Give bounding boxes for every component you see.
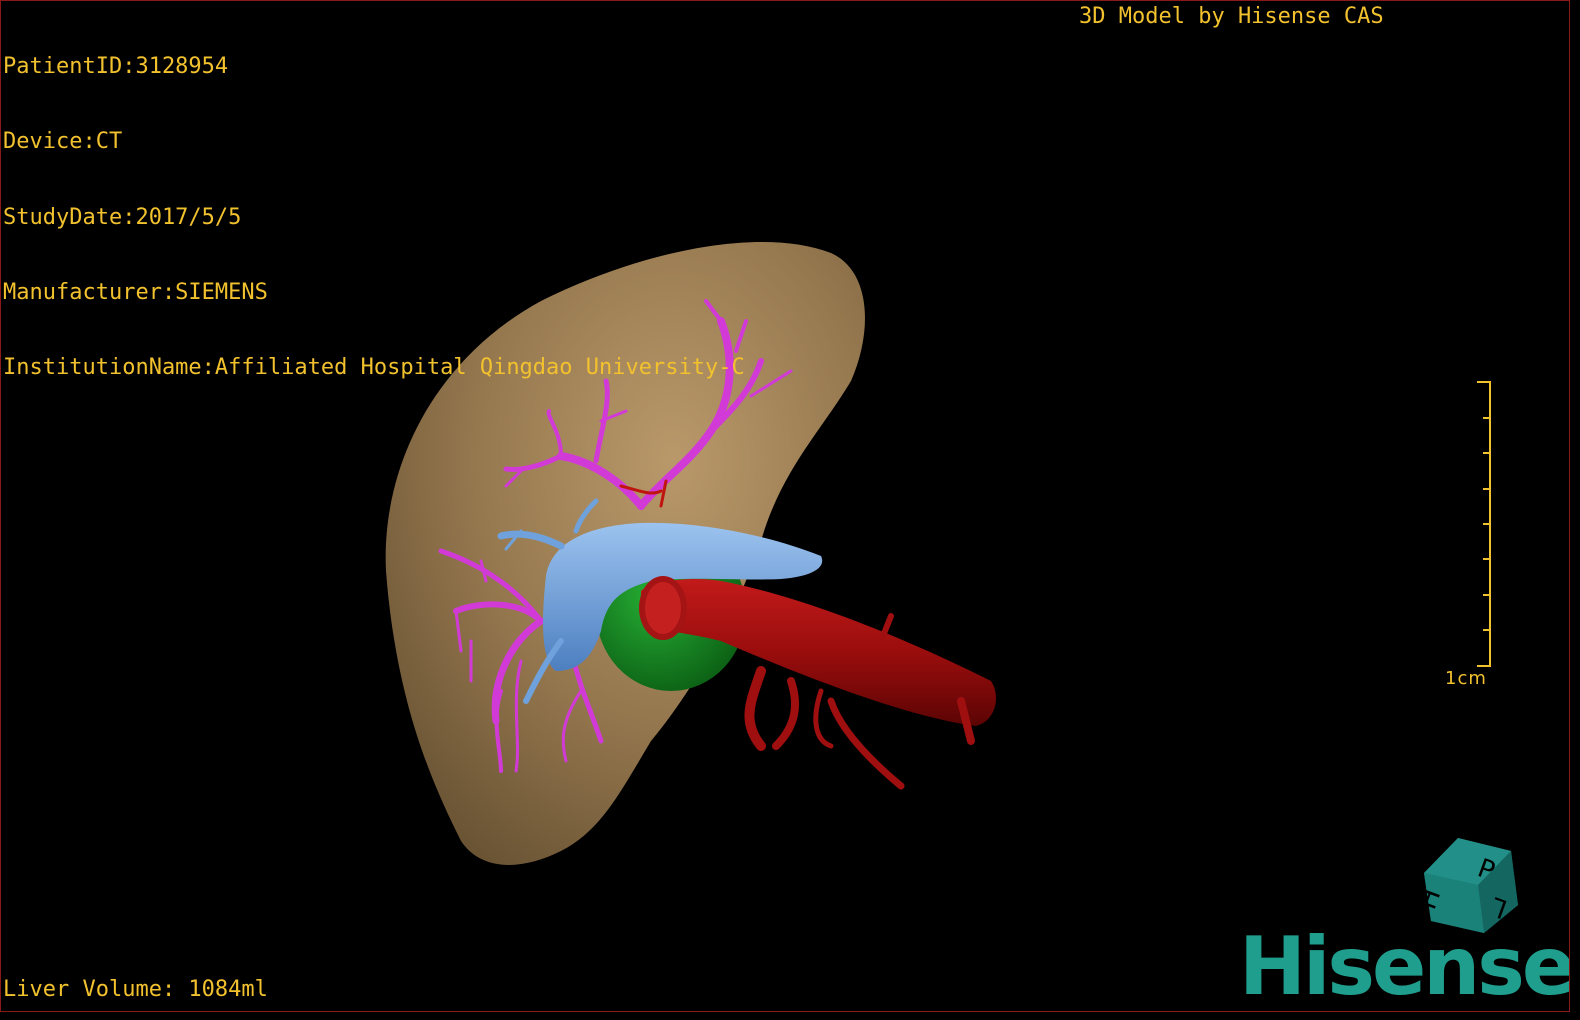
model-credit: 3D Model by Hisense CAS	[1079, 4, 1384, 29]
hisense-logo: Hisense	[1239, 920, 1570, 1012]
3d-viewport[interactable]: PatientID:3128954 Device:CT StudyDate:20…	[0, 0, 1570, 1012]
patient-id-text: PatientID:3128954	[3, 54, 229, 79]
device-text: Device:CT	[3, 129, 123, 155]
manufacturer-text: Manufacturer:SIEMENS	[3, 279, 268, 305]
study-info: PatientID:3128954 Device:CT StudyDate:20…	[3, 4, 745, 430]
institution-text: InstitutionName:Affiliated Hospital Qing…	[3, 355, 745, 381]
scale-label: 1cm	[1445, 668, 1487, 689]
scale-bar	[1477, 381, 1491, 667]
study-date-text: StudyDate:2017/5/5	[3, 204, 242, 230]
liver-volume-text: Liver Volume: 1084ml	[3, 977, 268, 1002]
